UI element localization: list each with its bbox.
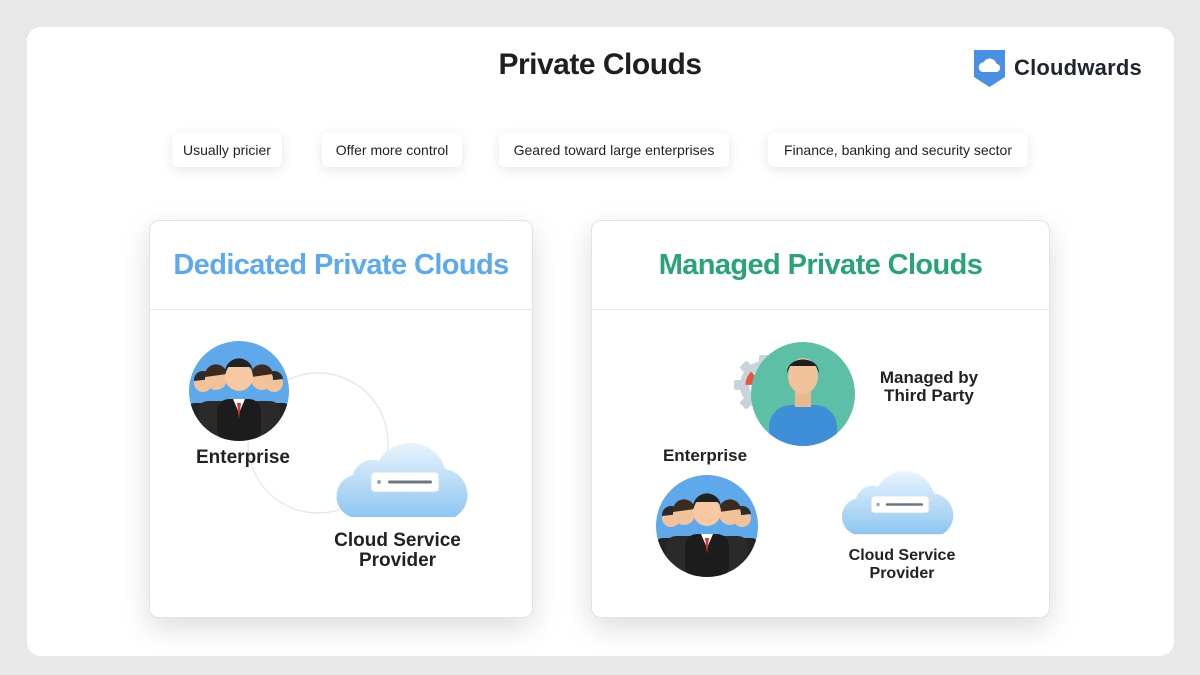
third-party-label: Managed by Third Party [879,368,979,405]
managed-provider-label: Cloud Service Provider [848,547,956,582]
dedicated-provider-label: Cloud Service Provider [334,530,461,571]
third-party-manager-icon [734,342,855,446]
dedicated-enterprise-label: Enterprise [196,447,290,468]
managed-title: Managed Private Clouds [592,221,1049,310]
managed-enterprise-label: Enterprise [662,446,748,465]
enterprise-group-icon [189,341,289,441]
enterprise-group-icon [656,475,758,577]
cloud-server-icon [336,442,468,517]
cloud-server-icon [841,471,954,535]
